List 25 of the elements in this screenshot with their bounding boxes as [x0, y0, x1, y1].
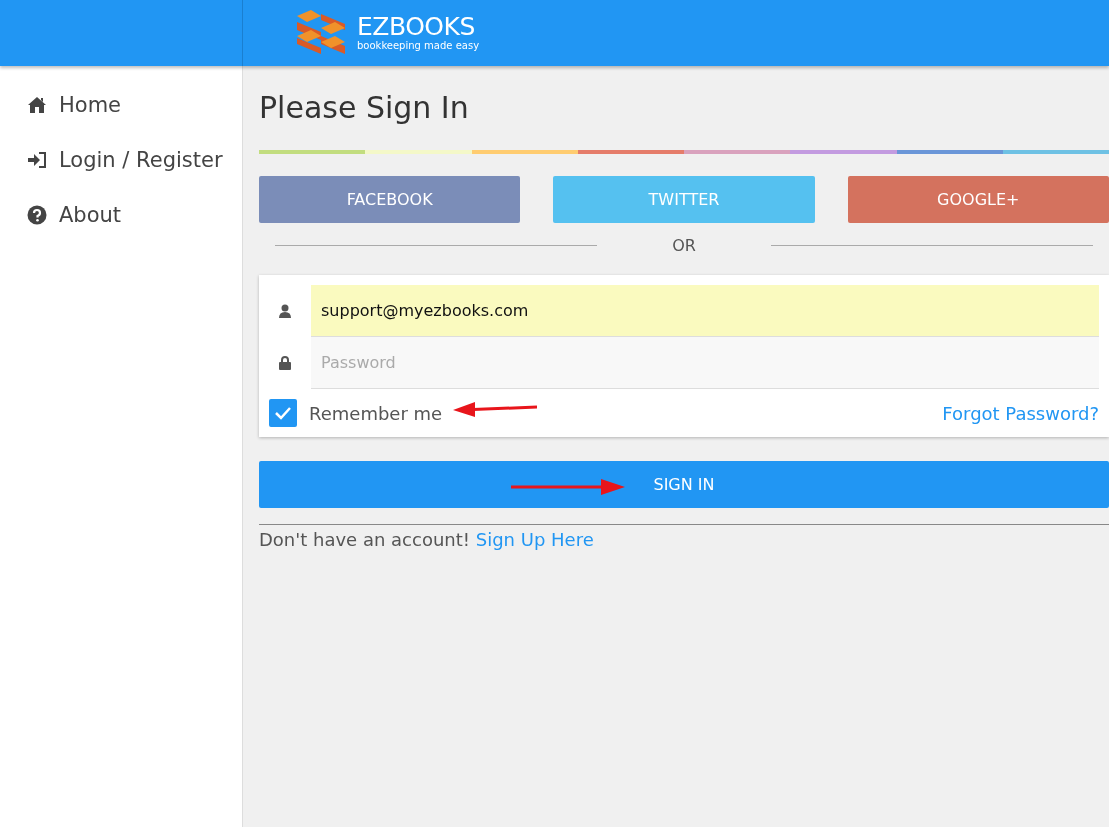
password-field[interactable]: Password — [311, 337, 1099, 389]
user-icon — [279, 304, 291, 318]
sign-in-button[interactable]: SIGN IN — [259, 461, 1109, 508]
sign-in-icon — [27, 150, 47, 169]
nav-item[interactable]: Login / Register — [0, 141, 242, 178]
logo-icon — [297, 10, 347, 56]
social-login-button[interactable]: TWITTER — [553, 176, 815, 223]
home-icon — [27, 95, 47, 114]
page-title: Please Sign In — [259, 90, 470, 127]
nav-item[interactable]: About — [0, 196, 242, 233]
social-login-button[interactable]: FACEBOOK — [259, 176, 521, 223]
social-login-button[interactable]: GOOGLE+ — [847, 176, 1109, 223]
brand-tagline: bookkeeping made easy — [357, 40, 480, 52]
remember-checkbox[interactable] — [269, 399, 297, 427]
forgot-password-link[interactable]: Forgot Password? — [942, 402, 1099, 424]
or-divider-text: OR — [671, 235, 697, 255]
brand-name: EZBOOKS — [357, 14, 476, 40]
email-field[interactable]: support@myezbooks.com — [311, 285, 1099, 337]
signup-prompt: Don't have an account! — [259, 529, 470, 550]
remember-label: Remember me — [309, 402, 443, 424]
checkmark-icon — [274, 406, 292, 420]
help-icon — [27, 204, 47, 225]
lock-icon — [279, 356, 291, 370]
nav-item[interactable]: Home — [0, 86, 242, 123]
sign-up-link[interactable]: Sign Up Here — [475, 529, 594, 550]
